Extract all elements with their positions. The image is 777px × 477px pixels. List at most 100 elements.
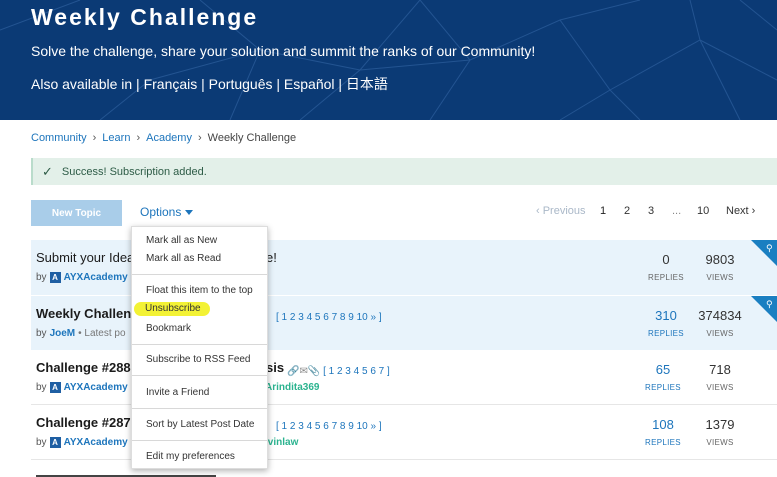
- menu-divider: [132, 408, 267, 409]
- menu-divider: [132, 440, 267, 441]
- by-label: by: [36, 328, 47, 339]
- replies-count[interactable]: 65: [643, 362, 683, 377]
- alteryx-logo-icon: A: [49, 382, 61, 393]
- views-label: VIEWS: [706, 273, 734, 282]
- topic-row-partial: [36, 471, 636, 477]
- views-stat: 374834 VIEWS: [694, 308, 746, 338]
- menu-divider: [132, 375, 267, 376]
- chevron-right-icon: ›: [136, 132, 141, 144]
- hero-banner: Weekly Challenge Solve the challenge, sh…: [0, 0, 777, 120]
- topic-byline: by A AYXAcademy: [36, 272, 128, 283]
- topic-title[interactable]: Submit your Idea: [36, 250, 134, 265]
- topic-author[interactable]: JoeM: [50, 328, 76, 339]
- views-stat: 9803 VIEWS: [697, 252, 743, 282]
- page-links[interactable]: [ 1 2 3 4 5 6 7 8 9 10 » ]: [276, 421, 382, 432]
- last-post-user[interactable]: lvinlaw: [265, 437, 298, 448]
- alteryx-logo-icon: A: [49, 272, 61, 283]
- caret-down-icon: [185, 209, 194, 215]
- topic-author[interactable]: AYXAcademy: [64, 272, 128, 283]
- views-label: VIEWS: [706, 329, 734, 338]
- pin-icon: ⚲: [751, 240, 777, 266]
- replies-count: 0: [662, 252, 670, 267]
- replies-stat: 0 REPLIES: [646, 252, 686, 282]
- replies-label: REPLIES: [645, 438, 681, 447]
- hero-subtitle: Solve the challenge, share your solution…: [31, 43, 536, 59]
- chevron-right-icon: ›: [197, 132, 202, 144]
- breadcrumb: Community › Learn › Academy › Weekly Cha…: [31, 132, 296, 144]
- topic-page-links[interactable]: 🔗✉📎 [ 1 2 3 4 5 6 7 ]: [287, 366, 390, 377]
- views-stat: 1379 VIEWS: [697, 417, 743, 447]
- options-menu-button[interactable]: Options: [140, 205, 194, 219]
- replies-label: REPLIES: [648, 329, 684, 338]
- replies-label: REPLIES: [645, 383, 681, 392]
- replies-label: REPLIES: [648, 273, 684, 282]
- svg-text:⚲: ⚲: [766, 244, 773, 254]
- latest-post-label: • Latest po: [78, 328, 126, 339]
- breadcrumb-academy[interactable]: Academy: [146, 132, 192, 144]
- menu-mark-all-new[interactable]: Mark all as New: [146, 235, 217, 246]
- language-links[interactable]: Also available in | Français | Português…: [31, 74, 388, 94]
- topic-title[interactable]: Weekly Challen: [36, 306, 131, 321]
- replies-stat: 108 REPLIES: [643, 417, 683, 447]
- options-label: Options: [140, 205, 182, 219]
- replies-count[interactable]: 108: [643, 417, 683, 432]
- topic-byline: by A AYXAcademy: [36, 437, 128, 448]
- pager-ellipsis: ...: [672, 205, 682, 217]
- menu-invite-friend[interactable]: Invite a Friend: [146, 387, 209, 398]
- replies-stat: 310 REPLIES: [643, 308, 689, 338]
- menu-float-top[interactable]: Float this item to the top: [146, 285, 253, 296]
- last-post-user[interactable]: Arindita369: [265, 382, 319, 393]
- pager-next[interactable]: Next ›: [726, 205, 755, 217]
- topic-page-links[interactable]: [ 1 2 3 4 5 6 7 8 9 10 » ]: [276, 421, 382, 432]
- views-label: VIEWS: [706, 383, 734, 392]
- success-alert: ✓ Success! Subscription added.: [31, 158, 777, 185]
- topic-author[interactable]: AYXAcademy: [64, 437, 128, 448]
- menu-mark-all-read[interactable]: Mark all as Read: [146, 253, 221, 264]
- new-topic-button[interactable]: New Topic: [31, 200, 122, 226]
- breadcrumb-current: Weekly Challenge: [207, 132, 297, 144]
- svg-text:⚲: ⚲: [766, 300, 773, 310]
- page-title: Weekly Challenge: [31, 4, 259, 30]
- topic-byline: by JoeM • Latest po: [36, 328, 126, 339]
- success-message: Success! Subscription added.: [61, 165, 207, 178]
- by-label: by: [36, 437, 47, 448]
- topic-byline: by A AYXAcademy: [36, 382, 128, 393]
- views-count: 718: [709, 362, 731, 377]
- topic-title[interactable]: Challenge #287: [36, 415, 131, 430]
- views-count: 374834: [698, 308, 742, 323]
- menu-unsubscribe[interactable]: Unsubscribe: [145, 303, 201, 314]
- pager-page-2[interactable]: 2: [624, 205, 630, 217]
- views-count: 1379: [705, 417, 735, 432]
- pin-icon: ⚲: [751, 296, 777, 322]
- menu-divider: [132, 344, 267, 345]
- options-dropdown: Mark all as New Mark all as Read Float t…: [131, 226, 268, 469]
- by-label: by: [36, 382, 47, 393]
- pager-previous[interactable]: ‹ Previous: [536, 205, 586, 217]
- views-count: 9803: [705, 252, 735, 267]
- menu-subscribe-rss[interactable]: Subscribe to RSS Feed: [146, 354, 251, 365]
- topic-title[interactable]: Challenge #288: [36, 360, 131, 375]
- menu-sort-latest[interactable]: Sort by Latest Post Date: [146, 419, 254, 430]
- views-stat: 718 VIEWS: [697, 362, 743, 392]
- chevron-right-icon: ›: [92, 132, 97, 144]
- page-links[interactable]: [ 1 2 3 4 5 6 7 ]: [323, 366, 390, 377]
- menu-edit-preferences[interactable]: Edit my preferences: [146, 451, 235, 462]
- topic-page-links[interactable]: [ 1 2 3 4 5 6 7 8 9 10 » ]: [276, 312, 382, 323]
- menu-bookmark[interactable]: Bookmark: [146, 323, 191, 334]
- breadcrumb-community[interactable]: Community: [31, 132, 87, 144]
- topic-title-tail[interactable]: sis: [266, 360, 284, 375]
- pager-page-3[interactable]: 3: [648, 205, 654, 217]
- menu-divider: [132, 274, 267, 275]
- alteryx-logo-icon: A: [49, 437, 61, 448]
- views-label: VIEWS: [706, 438, 734, 447]
- replies-stat: 65 REPLIES: [643, 362, 683, 392]
- breadcrumb-learn[interactable]: Learn: [102, 132, 130, 144]
- attachment-icons: 🔗✉📎: [287, 366, 321, 377]
- by-label: by: [36, 272, 47, 283]
- replies-count[interactable]: 310: [643, 308, 689, 323]
- check-icon: ✓: [42, 163, 53, 179]
- pager-page-1[interactable]: 1: [600, 205, 606, 217]
- page-links[interactable]: [ 1 2 3 4 5 6 7 8 9 10 » ]: [276, 312, 382, 323]
- topic-author[interactable]: AYXAcademy: [64, 382, 128, 393]
- pager-page-10[interactable]: 10: [697, 205, 709, 217]
